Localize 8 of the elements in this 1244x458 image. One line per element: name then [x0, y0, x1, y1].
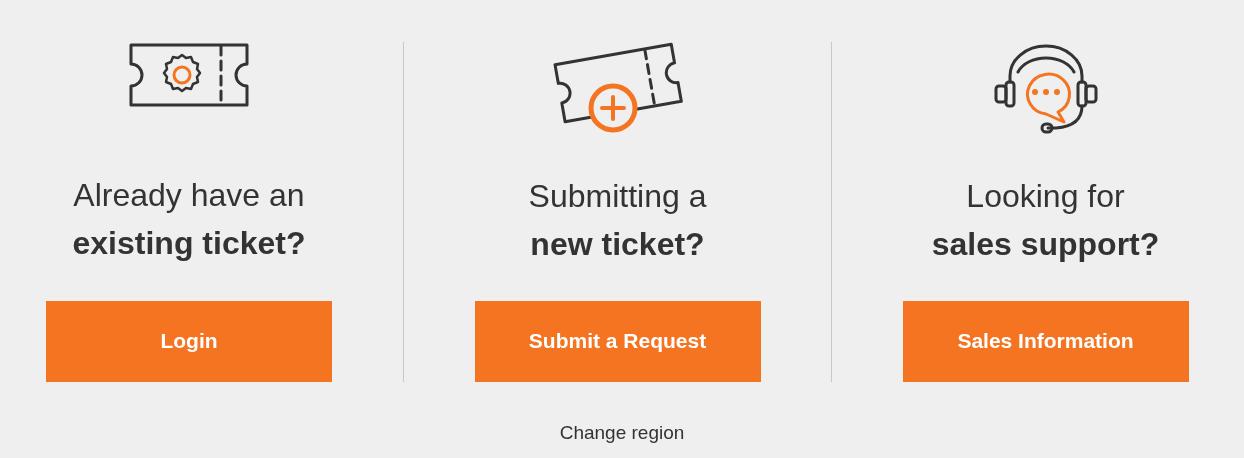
action-button[interactable]: Submit a Request [474, 300, 761, 382]
ticket-plus-icon [552, 42, 683, 134]
action-button[interactable]: Sales Information [902, 300, 1189, 382]
heading: Submitting a new ticket? [528, 177, 707, 264]
change-region-link[interactable]: Change region [559, 422, 685, 443]
heading: Looking for sales support? [931, 177, 1160, 264]
heading: Already have an existing ticket? [72, 176, 306, 264]
action-button[interactable]: Login [46, 300, 332, 382]
